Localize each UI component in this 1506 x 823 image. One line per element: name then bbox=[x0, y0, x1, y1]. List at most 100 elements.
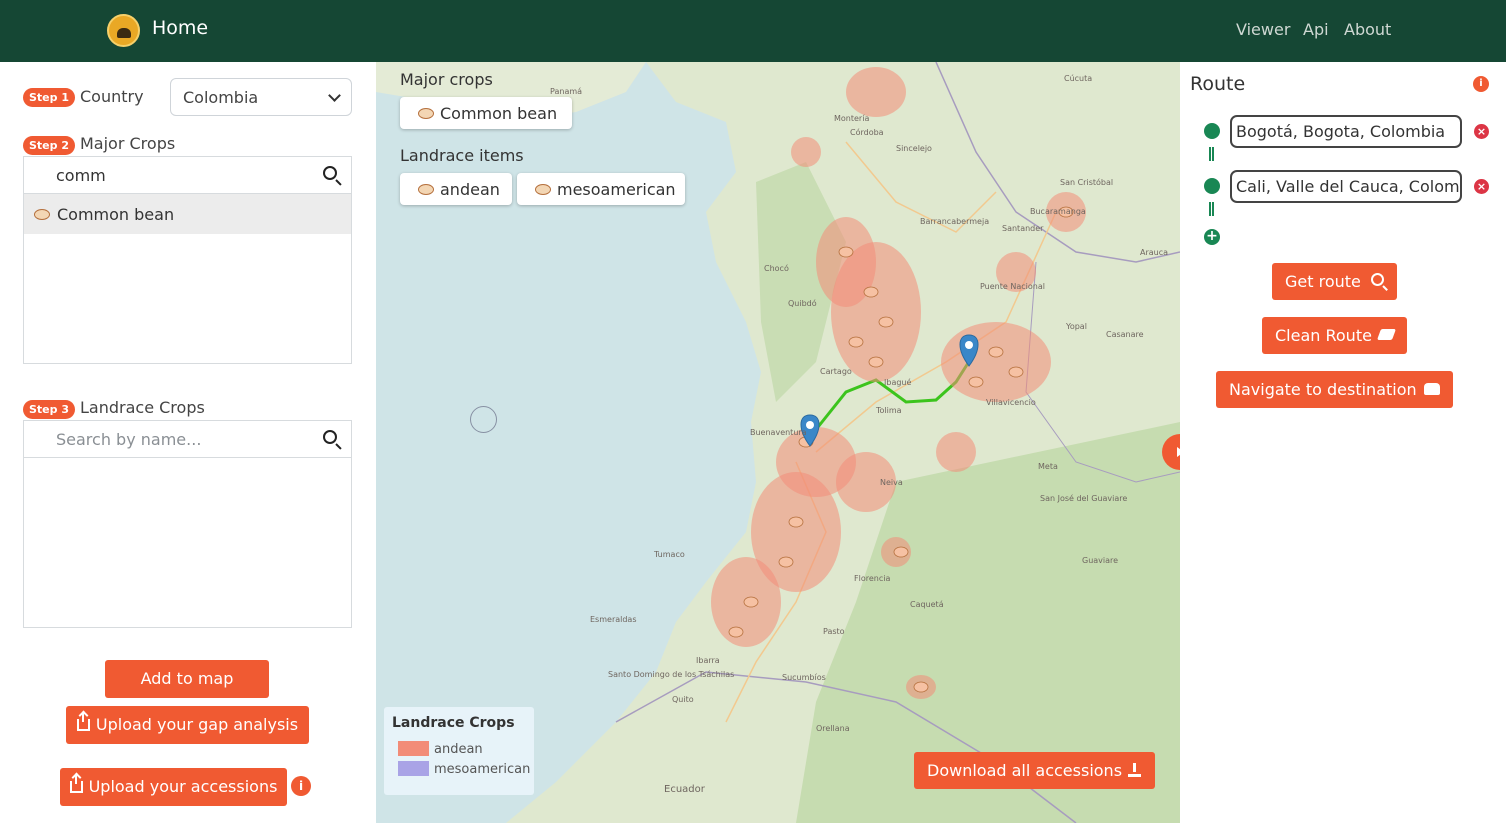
map-label: Buenaventura bbox=[750, 428, 807, 437]
download-accessions-button[interactable]: Download all accessions bbox=[914, 752, 1155, 789]
landrace-chip-mesoamerican[interactable]: mesoamerican bbox=[517, 173, 685, 205]
map-label: Ibarra bbox=[696, 656, 720, 665]
get-route-label: Get route bbox=[1285, 272, 1361, 291]
map-label: Quito bbox=[672, 695, 694, 704]
map-label: Tolima bbox=[876, 406, 902, 415]
download-label: Download all accessions bbox=[927, 761, 1123, 780]
search-icon bbox=[1371, 273, 1384, 286]
upload-icon bbox=[69, 774, 83, 793]
info-icon[interactable]: i bbox=[291, 776, 311, 796]
bean-icon bbox=[535, 184, 551, 195]
map-label: Montería bbox=[834, 114, 870, 123]
navigate-label: Navigate to destination bbox=[1229, 380, 1417, 399]
list-item-label: Common bean bbox=[57, 205, 175, 224]
landrace-items-panel-title: Landrace items bbox=[400, 146, 524, 165]
map-label: Pasto bbox=[823, 627, 845, 636]
remove-destination-icon[interactable]: × bbox=[1474, 179, 1489, 194]
bean-icon bbox=[34, 209, 50, 220]
destination-dot-icon bbox=[1204, 178, 1220, 194]
upload-gap-analysis-button[interactable]: Upload your gap analysis bbox=[66, 706, 309, 744]
legend-swatch bbox=[398, 741, 429, 756]
map-label: Puente Nacional bbox=[980, 282, 1045, 291]
route-title: Route bbox=[1190, 73, 1246, 95]
map-label: Cartago bbox=[820, 367, 852, 376]
route-panel: Route i Bogotá, Bogota, Colombia × Cali,… bbox=[1180, 62, 1506, 823]
home-link[interactable]: Home bbox=[152, 17, 208, 39]
map-label: Sucumbíos bbox=[782, 673, 826, 682]
nav-viewer[interactable]: Viewer bbox=[1236, 20, 1290, 39]
add-to-map-button[interactable]: Add to map bbox=[105, 660, 269, 698]
map-label: Orellana bbox=[816, 724, 850, 733]
map-label: Villavicencio bbox=[986, 398, 1036, 407]
country-label: Country bbox=[80, 87, 144, 106]
logo-icon[interactable] bbox=[107, 14, 140, 47]
map-label: Ecuador bbox=[664, 784, 705, 795]
clean-route-label: Clean Route bbox=[1275, 326, 1372, 345]
major-crops-search-input[interactable]: comm bbox=[23, 156, 352, 194]
map-label: San Cristóbal bbox=[1060, 178, 1114, 187]
car-icon bbox=[1424, 383, 1440, 395]
legend-title: Landrace Crops bbox=[392, 715, 515, 731]
upload-accessions-label: Upload your accessions bbox=[88, 777, 278, 796]
left-panel: Step 1 Country Colombia Step 2 Major Cro… bbox=[0, 62, 376, 823]
landrace-crops-label: Landrace Crops bbox=[80, 398, 205, 417]
country-select[interactable]: Colombia bbox=[170, 78, 352, 116]
navigate-button[interactable]: Navigate to destination bbox=[1216, 371, 1453, 408]
map-label: Cúcuta bbox=[1064, 74, 1093, 83]
map-label: Caquetá bbox=[910, 600, 944, 609]
crop-chip-common-bean[interactable]: Common bean bbox=[400, 97, 572, 129]
nav-api[interactable]: Api bbox=[1303, 20, 1329, 39]
clean-route-button[interactable]: Clean Route bbox=[1262, 317, 1407, 354]
map-label: Bucaramanga bbox=[1030, 207, 1086, 216]
download-icon bbox=[1128, 763, 1141, 777]
step3-badge: Step 3 bbox=[23, 400, 75, 419]
search-icon[interactable] bbox=[323, 430, 337, 444]
map-label: Florencia bbox=[854, 574, 891, 583]
search-icon[interactable] bbox=[323, 166, 337, 180]
locate-icon[interactable] bbox=[470, 406, 497, 433]
origin-dot-icon bbox=[1204, 123, 1220, 139]
map-label: Esmeraldas bbox=[590, 615, 637, 624]
landrace-chip-andean[interactable]: andean bbox=[400, 173, 512, 205]
map-label: Arauca bbox=[1140, 248, 1169, 257]
landrace-search-input[interactable]: Search by name... bbox=[23, 420, 352, 458]
top-navbar: Home Viewer Api About bbox=[0, 0, 1506, 62]
map-label: Santander bbox=[1002, 224, 1044, 233]
upload-accessions-button[interactable]: Upload your accessions bbox=[60, 768, 287, 806]
map-label: Casanare bbox=[1106, 330, 1144, 339]
remove-origin-icon[interactable]: × bbox=[1474, 124, 1489, 139]
map-label: Meta bbox=[1038, 462, 1058, 471]
country-value: Colombia bbox=[183, 88, 259, 107]
info-icon[interactable]: i bbox=[1473, 76, 1489, 92]
list-item[interactable]: Common bean bbox=[24, 194, 351, 234]
map-label: Quibdó bbox=[788, 299, 817, 308]
upload-icon bbox=[76, 712, 90, 731]
chip-label: andean bbox=[440, 180, 500, 199]
drag-handle-icon[interactable] bbox=[1209, 202, 1214, 216]
map-label: Yopal bbox=[1066, 322, 1087, 331]
add-waypoint-icon[interactable]: + bbox=[1204, 229, 1220, 245]
chip-label: Common bean bbox=[440, 104, 558, 123]
map-label: Chocó bbox=[764, 264, 789, 273]
map-label: Barrancabermeja bbox=[920, 217, 990, 226]
major-crops-search-value: comm bbox=[56, 166, 106, 185]
landrace-search-placeholder: Search by name... bbox=[56, 430, 202, 449]
destination-input[interactable]: Cali, Valle del Cauca, Colombia bbox=[1230, 170, 1462, 203]
chip-label: mesoamerican bbox=[557, 180, 676, 199]
nav-about[interactable]: About bbox=[1344, 20, 1391, 39]
chevron-down-icon bbox=[328, 89, 341, 102]
origin-input[interactable]: Bogotá, Bogota, Colombia bbox=[1230, 115, 1462, 148]
eraser-icon bbox=[1376, 329, 1397, 340]
drag-handle-icon[interactable] bbox=[1209, 147, 1214, 161]
landrace-results bbox=[23, 458, 352, 628]
step2-badge: Step 2 bbox=[23, 136, 75, 155]
map-label: Santo Domingo de los Tsáchilas bbox=[608, 670, 735, 679]
map-canvas[interactable]: Panamá Montería Cartago Buenaventura Qui… bbox=[376, 62, 1180, 823]
major-crops-results: Common bean bbox=[23, 194, 352, 364]
pin-dot bbox=[965, 341, 973, 349]
map-label: Tumaco bbox=[654, 550, 685, 559]
map-label: Sincelejo bbox=[896, 144, 932, 153]
map-label: Ibagué bbox=[884, 378, 912, 387]
get-route-button[interactable]: Get route bbox=[1272, 263, 1397, 300]
major-crops-label: Major Crops bbox=[80, 134, 176, 153]
